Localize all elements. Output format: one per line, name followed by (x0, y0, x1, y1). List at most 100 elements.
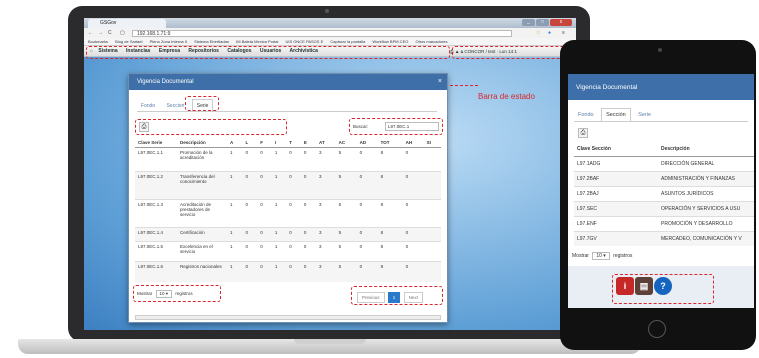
table-cell: 3 (316, 147, 336, 172)
bookmarks-bar: Bookmarks Blog de Sartael Pleno Zona Int… (84, 38, 576, 46)
table-row[interactable]: L97.0EC.1.1 Promoción de la acreditación … (135, 147, 441, 172)
maximize-button[interactable]: □ (536, 19, 549, 26)
column-header[interactable]: Descripción (177, 138, 227, 148)
laptop-camera (325, 9, 329, 13)
table-cell: 0 (300, 227, 317, 242)
table-cell: 0 (402, 199, 424, 228)
table-cell: 0 (286, 241, 301, 262)
table-row[interactable]: L97.7GV MERCADEO, COMUNICACIÓN Y V (574, 231, 754, 246)
table-row[interactable]: L97.0EC.1.6 Registros nacionales 10 01 00… (135, 261, 441, 282)
table-row[interactable]: L97.1ADG DIRECCIÓN GENERAL (574, 156, 754, 172)
column-header[interactable]: Clave Serie (135, 138, 177, 148)
tab-fondo[interactable]: Fondo (574, 109, 598, 121)
table-cell: PROMOCIÓN Y DESARROLLO (658, 216, 754, 232)
annotation-search-box (349, 118, 443, 135)
table-cell: L97.SEC (574, 201, 658, 217)
table-cell: 3 (316, 261, 336, 282)
bookmark-item[interactable]: Otros marcadores (415, 39, 447, 44)
column-header[interactable]: L (242, 138, 258, 148)
table-row[interactable]: L97.0EC.1.4 Certificación 10 01 00 35 08 … (135, 227, 441, 242)
column-header[interactable]: TOT (377, 138, 403, 148)
table-cell: 1 (271, 241, 287, 262)
table-cell: 0 (257, 199, 272, 228)
annotation-logos-box (612, 274, 714, 304)
star-icon[interactable]: ☆ (536, 28, 540, 38)
table-row[interactable]: L97.0EC.1.2 Transferencia del conocimient… (135, 171, 441, 200)
table-cell: 1 (271, 261, 287, 282)
bookmark-item[interactable]: Sistema Eberfiadan (194, 39, 229, 44)
table-row[interactable]: L97.0EC.1.3 Acreditación de prestadores d… (135, 199, 441, 228)
table-cell (423, 241, 441, 262)
table-cell: 8 (377, 147, 403, 172)
table-cell: 5 (335, 261, 357, 282)
column-header[interactable]: AC (335, 138, 357, 148)
table-cell: 0 (356, 147, 378, 172)
bookmark-item[interactable]: Bookmarks (88, 39, 108, 44)
table-cell: 8 (377, 171, 403, 200)
table-cell: L97.1ADG (574, 156, 658, 172)
column-header[interactable]: AD (356, 138, 378, 148)
bookmark-item[interactable]: Pleno Zona Interna II (150, 39, 187, 44)
column-header[interactable]: Descripción (658, 142, 754, 157)
column-header[interactable]: Clave Sección (574, 142, 658, 157)
page-size-value: 10 (596, 253, 602, 259)
column-header[interactable]: T (286, 138, 301, 148)
table-cell (423, 261, 441, 282)
table-cell: 0 (402, 261, 424, 282)
table-cell: 3 (316, 241, 336, 262)
table-row[interactable]: L97.2BAF ADMINISTRACIÓN Y FINANZAS (574, 171, 754, 187)
table-cell: MERCADEO, COMUNICACIÓN Y V (658, 231, 754, 246)
modal-title: Vigencia Documental (137, 79, 194, 85)
table-row[interactable]: L97.SEC OPERACIÓN Y SERVICIOS A USU (574, 201, 754, 217)
address-bar[interactable]: 192.168.1.71:9 (132, 30, 512, 37)
table-cell: 8 (377, 199, 403, 228)
tablet-title: Vigencia Documental (576, 84, 638, 91)
column-header[interactable]: E (300, 138, 317, 148)
browser-tab[interactable]: GSGov (88, 19, 166, 28)
page-size-select[interactable]: 10 ▾ (592, 252, 610, 260)
table-row[interactable]: L97.ENF PROMOCIÓN Y DESARROLLO (574, 216, 754, 232)
horizontal-scrollbar[interactable] (135, 315, 441, 320)
table-row[interactable]: L97.2BAJ ASUNTOS JURÍDICOS (574, 186, 754, 202)
annotation-pager-box (351, 286, 443, 305)
table-cell: L97.0EC.1.5 (135, 241, 177, 262)
table-cell: Excelencia en el servicio (177, 241, 227, 262)
tabs-divider (137, 111, 437, 112)
table-cell: 0 (300, 199, 317, 228)
table-cell (423, 171, 441, 200)
bookmark-item[interactable]: IM Baleta Mexica Portal (236, 39, 278, 44)
menu-icon[interactable]: ≡ (562, 28, 565, 38)
table-cell: 1 (271, 147, 287, 172)
bookmark-item[interactable]: Blog de Sartael (115, 39, 142, 44)
column-header[interactable]: AH (402, 138, 424, 148)
extension-icon[interactable]: ● (548, 28, 551, 38)
table-row[interactable]: L97.0EC.1.5 Excelencia en el servicio 10 … (135, 241, 441, 262)
column-header[interactable]: F (257, 138, 272, 148)
seccion-table: Clave Sección Descripción L97.1ADG DIRECC… (574, 142, 754, 246)
tab-seccion[interactable]: Sección (601, 108, 631, 121)
column-header[interactable]: I (271, 138, 287, 148)
table-cell: 0 (402, 147, 424, 172)
tab-serie[interactable]: Serie (634, 109, 655, 121)
print-button[interactable]: ⎙ (578, 128, 588, 138)
table-cell: 0 (286, 147, 301, 172)
table-cell: 8 (377, 261, 403, 282)
tablet-home-button[interactable] (648, 320, 666, 338)
serie-table: Clave Serie Descripción A L F I T E AT A… (135, 138, 441, 282)
table-cell: 1 (227, 199, 243, 228)
table-cell: 5 (335, 227, 357, 242)
minimize-button[interactable]: _ (522, 19, 535, 26)
table-cell: 0 (300, 147, 317, 172)
back-icon[interactable]: ← (88, 28, 93, 38)
column-header[interactable]: SI (423, 138, 441, 148)
column-header[interactable]: A (227, 138, 243, 148)
bookmark-item[interactable]: Capturar la pantalla (330, 39, 365, 44)
table-cell: 0 (300, 241, 317, 262)
close-window-button[interactable]: x (550, 19, 572, 26)
forward-icon[interactable]: → (98, 28, 103, 38)
bookmark-item[interactable]: UIS ONCE PASOS E (286, 39, 324, 44)
reload-icon[interactable]: C (108, 28, 112, 38)
column-header[interactable]: AT (316, 138, 336, 148)
bookmark-item[interactable]: Workflow BPM CEO (372, 39, 408, 44)
close-icon[interactable]: × (438, 74, 442, 90)
